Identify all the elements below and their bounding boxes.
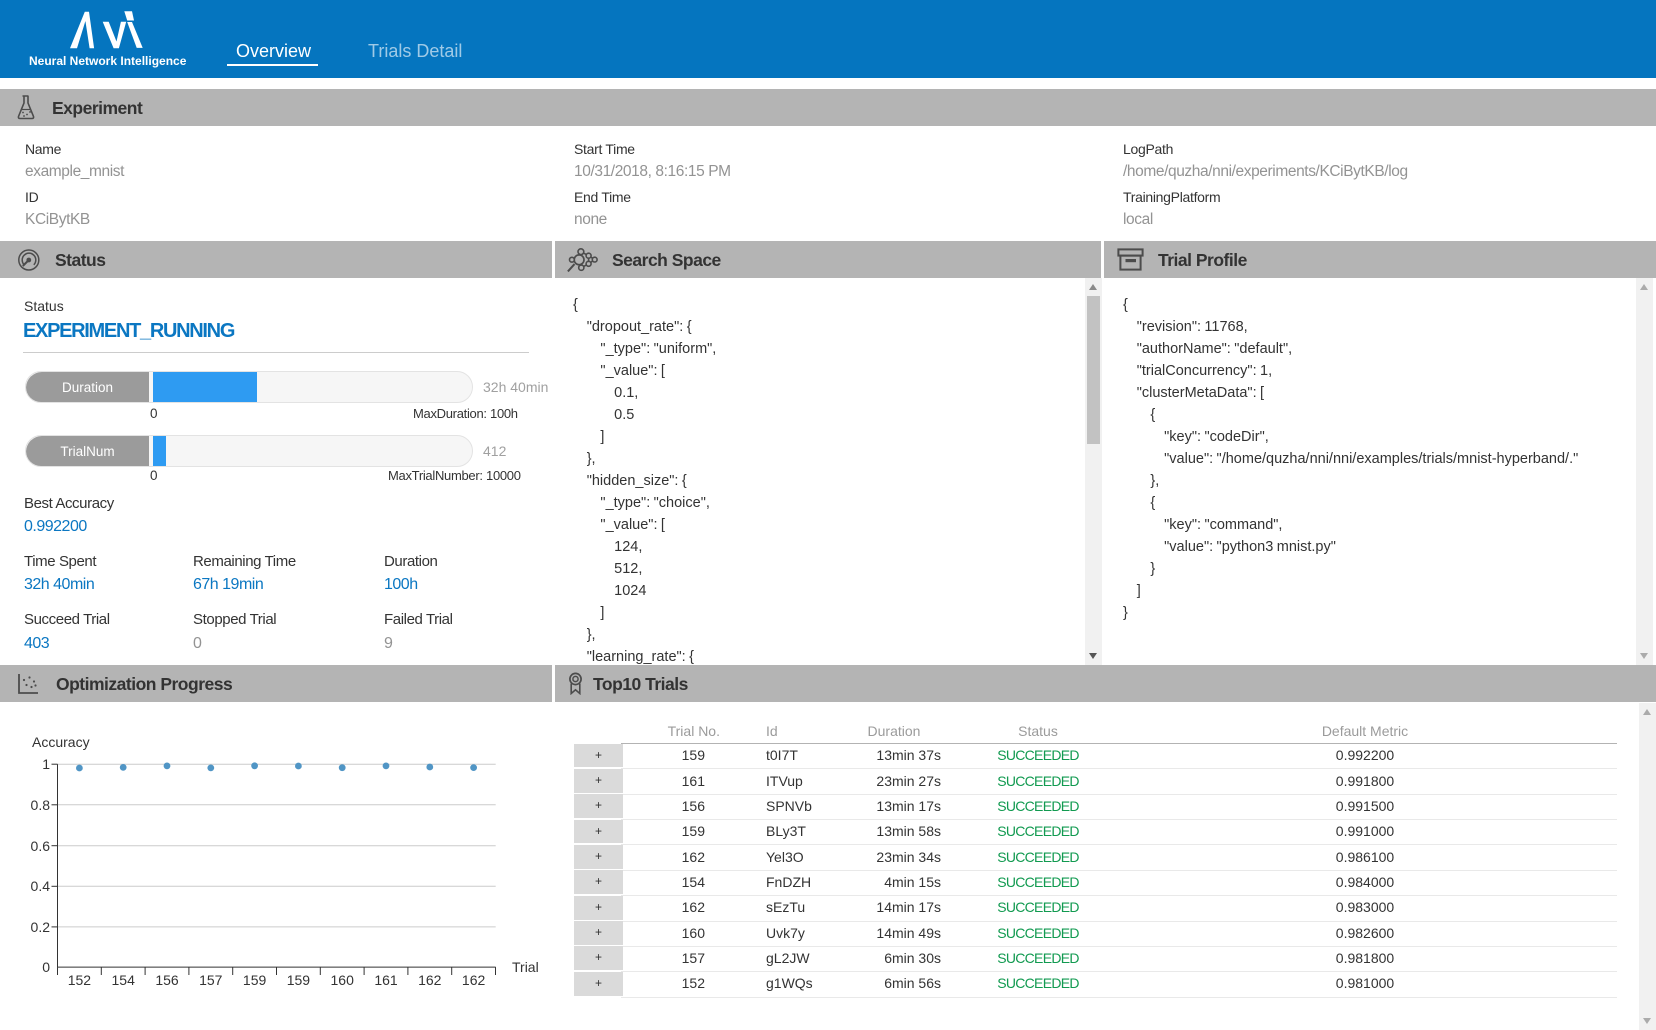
svg-text:159: 159 bbox=[287, 972, 311, 988]
svg-text:154: 154 bbox=[112, 972, 136, 988]
svg-text:160: 160 bbox=[331, 972, 355, 988]
svg-text:0: 0 bbox=[42, 959, 50, 975]
svg-text:159: 159 bbox=[243, 972, 267, 988]
svg-text:162: 162 bbox=[462, 972, 486, 988]
svg-text:156: 156 bbox=[155, 972, 179, 988]
svg-text:Trial: Trial bbox=[512, 959, 539, 975]
svg-text:0.6: 0.6 bbox=[31, 838, 51, 854]
svg-text:0.8: 0.8 bbox=[31, 797, 51, 813]
svg-text:162: 162 bbox=[418, 972, 442, 988]
svg-text:1: 1 bbox=[42, 756, 50, 772]
svg-text:Accuracy: Accuracy bbox=[32, 734, 90, 750]
svg-text:0.2: 0.2 bbox=[31, 919, 51, 935]
svg-text:157: 157 bbox=[199, 972, 223, 988]
svg-text:152: 152 bbox=[68, 972, 92, 988]
svg-text:0.4: 0.4 bbox=[31, 878, 51, 894]
svg-text:161: 161 bbox=[374, 972, 398, 988]
